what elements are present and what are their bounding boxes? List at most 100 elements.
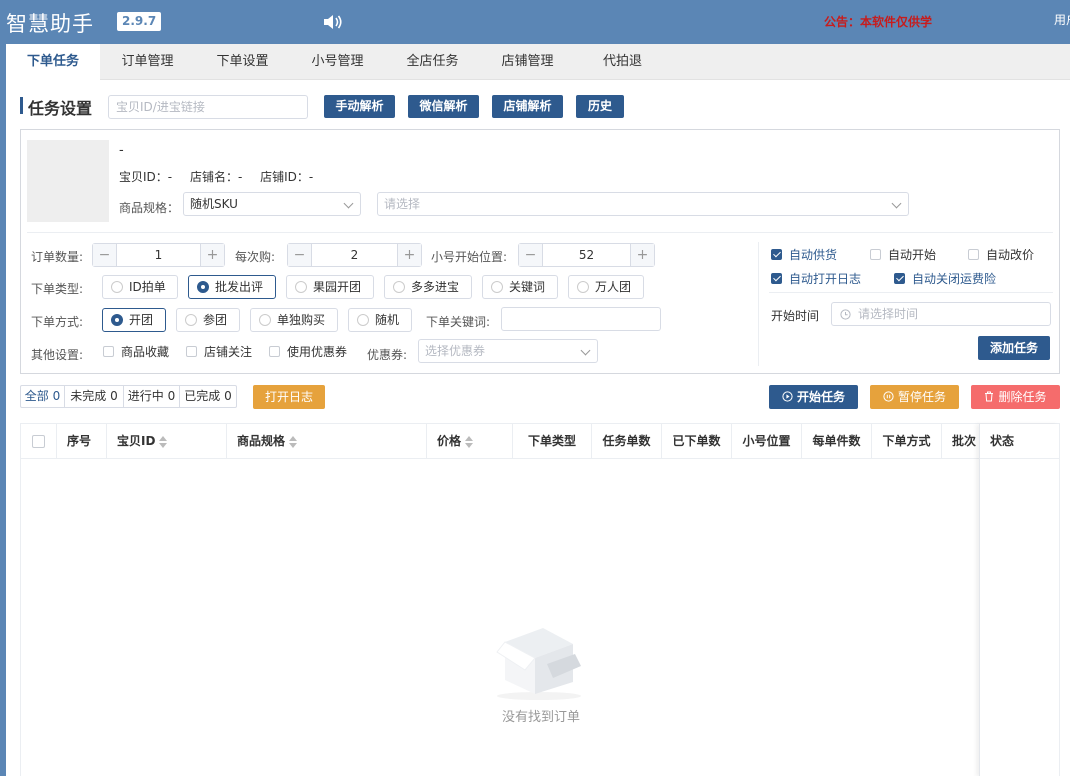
col-spec[interactable]: 商品规格 <box>227 424 427 459</box>
order-type-keyword[interactable]: 关键词 <box>482 275 558 299</box>
plus-icon[interactable]: + <box>397 244 421 266</box>
main-area: 下单任务 订单管理 下单设置 小号管理 全店任务 店铺管理 代拍退 任务设置 宝… <box>6 44 1070 776</box>
play-icon <box>782 391 793 402</box>
chevron-down-icon <box>891 198 902 209</box>
start-time-placeholder: 请选择时间 <box>858 307 919 321</box>
checkbox-label: 自动关闭运费险 <box>912 272 997 286</box>
col-item-id[interactable]: 宝贝ID <box>107 424 227 459</box>
sort-icon[interactable] <box>159 435 168 448</box>
col-status: 状态 <box>980 424 1059 459</box>
order-type-label: 下单类型: <box>31 282 84 296</box>
per-buy-value[interactable]: 2 <box>312 244 397 266</box>
col-price[interactable]: 价格 <box>427 424 513 459</box>
checkbox-label: 自动供货 <box>789 248 838 262</box>
title-bar: 智慧助手 2.9.7 公告：本软件仅供学 用户 <box>0 0 1070 44</box>
order-type-duoduo[interactable]: 多多进宝 <box>384 275 472 299</box>
radio-icon <box>357 314 369 326</box>
minus-icon[interactable]: − <box>288 244 312 266</box>
divider-vertical <box>758 242 759 366</box>
start-time-input[interactable]: 请选择时间 <box>831 302 1051 326</box>
sort-icon[interactable] <box>465 435 474 448</box>
user-label[interactable]: 用户 <box>1054 11 1070 28</box>
sku-placeholder: 请选择 <box>384 197 421 211</box>
radio-label: 随机 <box>375 313 400 327</box>
radio-label: 多多进宝 <box>411 280 460 294</box>
filter-incomplete[interactable]: 未完成 0 <box>65 386 124 407</box>
tab-account-management[interactable]: 小号管理 <box>290 44 385 80</box>
tab-order-management[interactable]: 订单管理 <box>100 44 195 80</box>
keyword-label: 下单关键词: <box>426 315 491 329</box>
radio-label: ID拍单 <box>129 280 166 294</box>
other-label: 其他设置: <box>31 348 84 362</box>
order-mode-solo[interactable]: 单独购买 <box>250 308 338 332</box>
order-mode-open[interactable]: 开团 <box>102 308 166 332</box>
radio-icon <box>259 314 271 326</box>
filter-all[interactable]: 全部 0 <box>21 386 65 407</box>
filter-completed[interactable]: 已完成 0 <box>180 386 236 407</box>
divider <box>769 292 1053 293</box>
shop-parse-button[interactable]: 店铺解析 <box>492 95 563 118</box>
checkbox-icon <box>870 249 881 260</box>
order-mode-join[interactable]: 参团 <box>176 308 240 332</box>
col-label: 宝贝ID <box>117 434 156 448</box>
tab-shop-management[interactable]: 店铺管理 <box>480 44 575 80</box>
notice-text: 公告：本软件仅供学 <box>824 15 933 29</box>
coupon-label: 优惠券: <box>367 348 408 362</box>
pause-task-button[interactable]: 暂停任务 <box>870 385 959 409</box>
history-button[interactable]: 历史 <box>576 95 624 118</box>
per-buy-stepper[interactable]: − 2 + <box>287 243 422 267</box>
radio-label: 参团 <box>203 313 228 327</box>
delete-task-label: 删除任务 <box>998 390 1047 404</box>
tab-proxy-refund[interactable]: 代拍退 <box>575 44 670 80</box>
col-task-count: 任务单数 <box>592 424 662 459</box>
start-pos-value[interactable]: 52 <box>543 244 630 266</box>
radio-icon <box>393 281 405 293</box>
keyword-input[interactable] <box>501 307 661 331</box>
col-ordered-count: 已下单数 <box>662 424 732 459</box>
spec-value: 随机SKU <box>190 197 238 211</box>
radio-icon <box>491 281 503 293</box>
divider <box>27 232 1053 233</box>
shop-id-text: 店铺ID：- <box>260 170 314 184</box>
minus-icon[interactable]: − <box>93 244 117 266</box>
select-all-cell <box>21 424 57 459</box>
tab-order-settings[interactable]: 下单设置 <box>195 44 290 80</box>
col-label: 商品规格 <box>237 434 286 448</box>
product-name: - <box>119 143 124 158</box>
select-all-checkbox[interactable] <box>32 435 45 448</box>
order-type-id[interactable]: ID拍单 <box>102 275 178 299</box>
col-account-pos: 小号位置 <box>732 424 802 459</box>
minus-icon[interactable]: − <box>519 244 543 266</box>
sort-icon[interactable] <box>289 435 298 448</box>
delete-task-button[interactable]: 删除任务 <box>971 385 1060 409</box>
order-type-orchard[interactable]: 果园开团 <box>286 275 374 299</box>
order-qty-value[interactable]: 1 <box>117 244 200 266</box>
chevron-down-icon <box>580 345 591 356</box>
tab-shop-wide-task[interactable]: 全店任务 <box>385 44 480 80</box>
order-type-group[interactable]: 万人团 <box>568 275 644 299</box>
section-title: 任务设置 <box>28 99 93 118</box>
checkbox-label: 店铺关注 <box>204 345 253 359</box>
open-log-button[interactable]: 打开日志 <box>253 385 325 409</box>
filter-in-progress[interactable]: 进行中 0 <box>124 386 180 407</box>
start-pos-stepper[interactable]: − 52 + <box>518 243 655 267</box>
order-qty-stepper[interactable]: − 1 + <box>92 243 225 267</box>
item-link-input[interactable]: 宝贝ID/进宝链接 <box>108 95 308 119</box>
order-mode-random[interactable]: 随机 <box>348 308 412 332</box>
speaker-icon[interactable] <box>322 12 344 32</box>
manual-parse-button[interactable]: 手动解析 <box>324 95 395 118</box>
order-qty-label: 订单数量: <box>31 250 84 264</box>
add-task-button[interactable]: 添加任务 <box>978 336 1050 360</box>
sku-select[interactable]: 请选择 <box>377 192 909 216</box>
wechat-parse-button[interactable]: 微信解析 <box>408 95 479 118</box>
chevron-down-icon <box>343 198 354 209</box>
coupon-select[interactable]: 选择优惠券 <box>418 339 598 363</box>
spec-select[interactable]: 随机SKU <box>183 192 361 216</box>
checkbox-icon <box>968 249 979 260</box>
plus-icon[interactable]: + <box>630 244 654 266</box>
order-type-wholesale[interactable]: 批发出评 <box>188 275 276 299</box>
app-title: 智慧助手 <box>6 12 94 36</box>
start-task-button[interactable]: 开始任务 <box>769 385 858 409</box>
plus-icon[interactable]: + <box>200 244 224 266</box>
tab-order-task[interactable]: 下单任务 <box>6 44 100 80</box>
